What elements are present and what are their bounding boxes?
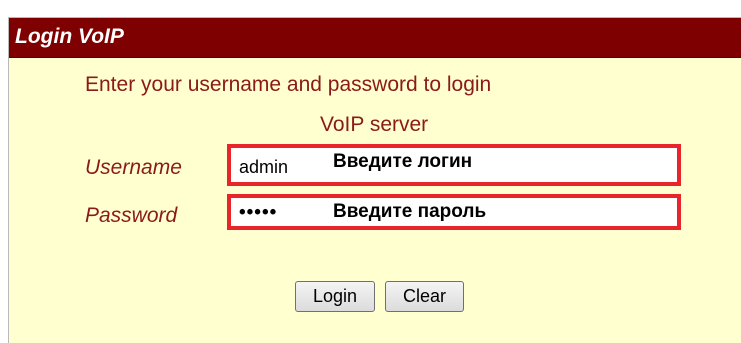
password-field[interactable]: ••••• Введите пароль — [227, 194, 681, 230]
login-panel: Login VoIP Enter your username and passw… — [8, 17, 741, 343]
username-hint: Введите логин — [333, 151, 473, 172]
login-instruction: Enter your username and password to logi… — [85, 73, 492, 96]
username-field[interactable]: admin Введите логин — [227, 144, 681, 186]
password-value[interactable]: ••••• — [239, 202, 277, 224]
clear-button[interactable]: Clear — [385, 281, 464, 312]
username-value[interactable]: admin — [239, 156, 288, 178]
server-label: VoIP server — [320, 113, 429, 136]
username-label: Username — [85, 156, 182, 179]
password-label: Password — [85, 204, 178, 227]
panel-title: Login VoIP — [15, 25, 124, 48]
password-hint: Введите пароль — [333, 201, 487, 222]
title-bar: Login VoIP — [9, 18, 741, 58]
login-button[interactable]: Login — [295, 281, 375, 312]
